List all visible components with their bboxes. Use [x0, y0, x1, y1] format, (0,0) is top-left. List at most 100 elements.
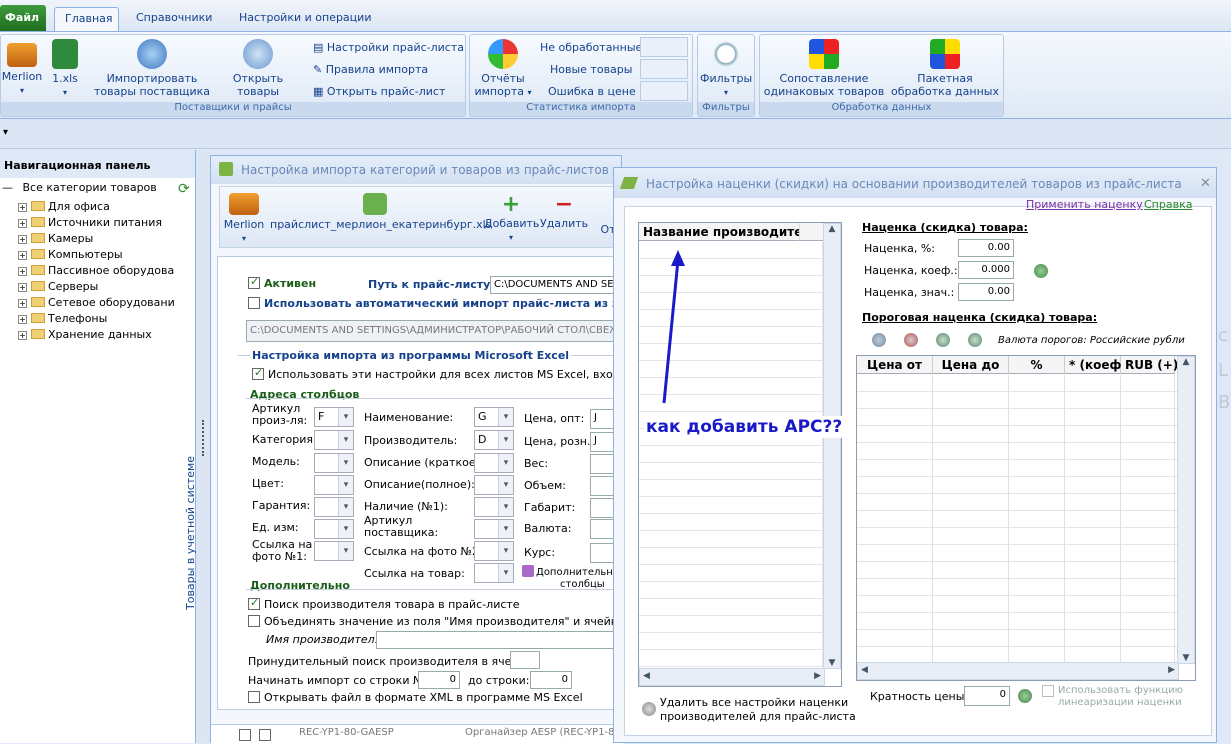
expand-icon[interactable]: + — [18, 251, 27, 260]
table-cell[interactable] — [1009, 409, 1065, 426]
edit-row-icon[interactable] — [936, 333, 950, 347]
table-cell[interactable] — [1121, 562, 1175, 579]
table-cell[interactable] — [857, 579, 933, 596]
table-cell[interactable] — [1009, 579, 1065, 596]
table-cell[interactable] — [857, 443, 933, 460]
list-row[interactable] — [639, 582, 823, 599]
warranty-combo[interactable] — [314, 497, 354, 517]
table-cell[interactable] — [933, 545, 1009, 562]
expand-icon[interactable]: + — [18, 283, 27, 292]
unit-combo[interactable] — [314, 519, 354, 539]
table-row[interactable] — [857, 528, 1177, 545]
filters-button[interactable]: Фильтры ▾ — [700, 39, 752, 99]
scroll-down-icon[interactable]: ▼ — [824, 658, 840, 668]
table-cell[interactable] — [933, 375, 1009, 392]
table-cell[interactable] — [857, 392, 933, 409]
table-row[interactable] — [857, 409, 1177, 426]
column-header[interactable]: RUB (+) — [1121, 356, 1178, 374]
table-cell[interactable] — [933, 426, 1009, 443]
markup-value-input[interactable]: 0.00 — [958, 283, 1014, 301]
table-cell[interactable] — [933, 494, 1009, 511]
tab-main[interactable]: Главная — [54, 7, 119, 31]
customize-arrow-icon[interactable]: ▾ — [3, 127, 8, 138]
column-header[interactable]: Цена от — [857, 356, 933, 374]
table-cell[interactable] — [933, 613, 1009, 630]
path-input[interactable]: C:\DOCUMENTS AND SET — [490, 276, 630, 294]
refresh-icon[interactable]: ⟳ — [178, 181, 190, 197]
table-cell[interactable] — [1065, 460, 1121, 477]
vertical-scrollbar[interactable]: ▲ ▼ — [1177, 356, 1195, 664]
table-row[interactable] — [857, 562, 1177, 579]
table-cell[interactable] — [1009, 528, 1065, 545]
maker-list-header[interactable]: Название производителя — [639, 223, 819, 241]
tab-file[interactable]: Файл — [0, 5, 46, 31]
table-cell[interactable] — [1121, 460, 1175, 477]
table-cell[interactable] — [857, 460, 933, 477]
checkbox-box[interactable] — [248, 615, 260, 627]
column-header[interactable]: Цена до — [933, 356, 1009, 374]
import-rules-button[interactable]: ✎ Правила импорта — [313, 63, 428, 76]
table-cell[interactable] — [857, 545, 933, 562]
scroll-down-icon[interactable]: ▼ — [1178, 653, 1194, 663]
supplier-article-combo[interactable] — [474, 519, 514, 539]
scroll-right-icon[interactable]: ▶ — [814, 671, 821, 681]
table-cell[interactable] — [1065, 545, 1121, 562]
expand-icon[interactable]: + — [18, 267, 27, 276]
side-strip-label[interactable]: Товары в учетной системе — [184, 456, 197, 610]
scroll-left-icon[interactable]: ◀ — [643, 671, 650, 681]
merlion-button[interactable]: Merlion ▾ — [1, 39, 43, 97]
table-cell[interactable] — [1009, 375, 1065, 392]
use-for-all-checkbox[interactable]: Использовать эти настройки для всех лист… — [252, 366, 661, 381]
tree-item[interactable]: + Камеры — [18, 232, 93, 248]
table-cell[interactable] — [1121, 494, 1175, 511]
table-cell[interactable] — [1009, 562, 1065, 579]
vertical-scrollbar[interactable]: ▲ ▼ — [823, 223, 841, 669]
scroll-up-icon[interactable]: ▲ — [824, 224, 840, 234]
list-row[interactable] — [639, 514, 823, 531]
remove-button[interactable]: − Удалить — [540, 193, 588, 231]
table-cell[interactable] — [1065, 443, 1121, 460]
active-checkbox[interactable]: Активен — [248, 275, 316, 290]
expand-icon[interactable]: + — [18, 203, 27, 212]
table-cell[interactable] — [933, 460, 1009, 477]
table-cell[interactable] — [857, 596, 933, 613]
table-cell[interactable] — [1009, 511, 1065, 528]
table-cell[interactable] — [933, 511, 1009, 528]
table-cell[interactable] — [1009, 613, 1065, 630]
table-cell[interactable] — [933, 443, 1009, 460]
list-row[interactable] — [639, 497, 823, 514]
table-cell[interactable] — [857, 409, 933, 426]
table-cell[interactable] — [933, 630, 1009, 647]
tree-item[interactable]: + Пассивное оборудова — [18, 264, 174, 280]
table-cell[interactable] — [933, 528, 1009, 545]
column-header[interactable]: % — [1009, 356, 1065, 374]
table-cell[interactable] — [1121, 613, 1175, 630]
list-row[interactable] — [639, 650, 823, 667]
expand-icon[interactable]: + — [18, 235, 27, 244]
close-icon[interactable]: ✕ — [1200, 176, 1211, 191]
scroll-up-icon[interactable]: ▲ — [1178, 357, 1194, 367]
table-cell[interactable] — [1121, 477, 1175, 494]
table-cell[interactable] — [857, 494, 933, 511]
table-row[interactable] — [857, 545, 1177, 562]
list-row[interactable] — [639, 599, 823, 616]
table-row[interactable] — [857, 477, 1177, 494]
category-combo[interactable] — [314, 430, 354, 450]
tab-settings[interactable]: Настройки и операции — [229, 7, 381, 31]
column-header[interactable]: * (коеф.) — [1065, 356, 1131, 374]
checkbox-box[interactable] — [1042, 685, 1054, 697]
tree-item[interactable]: + Компьютеры — [18, 248, 123, 264]
table-cell[interactable] — [1065, 613, 1121, 630]
checkbox-box[interactable] — [248, 596, 260, 610]
extra-columns-button[interactable]: Дополнительн столбцы — [522, 565, 613, 591]
open-price-button[interactable]: ▦ Открыть прайс-лист — [313, 85, 445, 98]
reports-button[interactable]: Отчёты импорта ▾ — [474, 39, 532, 99]
tree-item[interactable]: + Для офиса — [18, 200, 110, 216]
table-cell[interactable] — [1121, 392, 1175, 409]
help-link[interactable]: Справка — [1144, 198, 1192, 211]
photo1-combo[interactable] — [314, 541, 354, 561]
color-combo[interactable] — [314, 475, 354, 495]
add-row-icon[interactable] — [872, 333, 886, 347]
table-cell[interactable] — [1121, 596, 1175, 613]
table-cell[interactable] — [1009, 494, 1065, 511]
